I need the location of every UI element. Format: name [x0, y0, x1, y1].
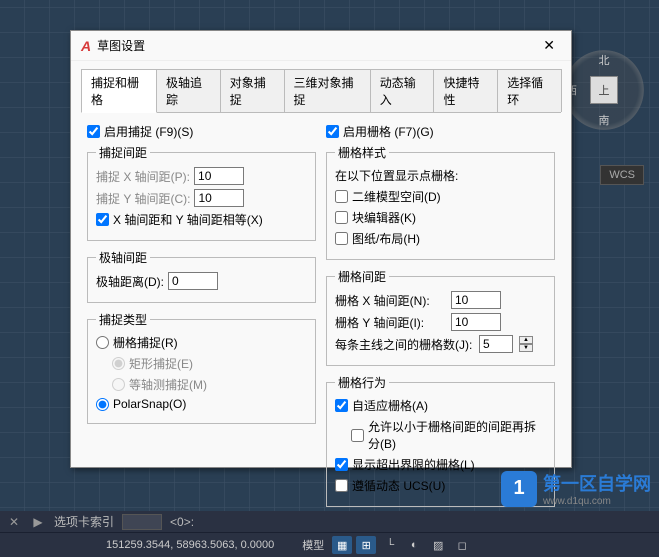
followucs-label: 遵循动态 UCS(U)	[352, 477, 445, 494]
iso-icon[interactable]: ▨	[428, 536, 448, 554]
layout-checkbox[interactable]	[335, 232, 348, 245]
polar-snap-radio[interactable]	[96, 398, 109, 411]
allowsub-checkbox[interactable]	[351, 429, 364, 442]
grid-style-legend: 栅格样式	[335, 144, 389, 161]
iso-snap-label: 等轴测捕捉(M)	[129, 376, 207, 393]
modelspace-checkbox[interactable]	[335, 190, 348, 203]
major-lines-label: 每条主线之间的栅格数(J):	[335, 336, 475, 353]
snap-x-label: 捕捉 X 轴间距(P):	[96, 168, 190, 185]
equal-xy-checkbox[interactable]	[96, 213, 109, 226]
status-bar: ✕ ▶ 选项卡索引 <0>: 151259.3544, 58963.5063, …	[0, 511, 659, 557]
adaptive-checkbox[interactable]	[335, 399, 348, 412]
watermark-title: 第一区自学网	[543, 470, 651, 496]
tab-index-label: 选项卡索引	[54, 513, 114, 530]
tab-selcycle[interactable]: 选择循环	[497, 69, 562, 112]
grid-y-label: 栅格 Y 轴间距(I):	[335, 314, 447, 331]
tab-polar[interactable]: 极轴追踪	[156, 69, 221, 112]
snap-type-group: 捕捉类型 栅格捕捉(R) 矩形捕捉(E) 等轴测捕捉(M) PolarSnap(…	[87, 311, 316, 424]
polar-spacing-group: 极轴间距 极轴距离(D):	[87, 249, 316, 303]
followucs-checkbox[interactable]	[335, 479, 348, 492]
titlebar: A 草图设置 ✕	[71, 31, 571, 61]
adaptive-label: 自适应栅格(A)	[352, 397, 428, 414]
spin-down-icon[interactable]: ▼	[519, 344, 533, 352]
blockeditor-checkbox[interactable]	[335, 211, 348, 224]
snap-y-label: 捕捉 Y 轴间距(C):	[96, 190, 190, 207]
grid-snap-label: 栅格捕捉(R)	[113, 334, 178, 351]
enable-grid-label: 启用栅格 (F7)(G)	[343, 123, 434, 140]
grid-spacing-legend: 栅格间距	[335, 268, 389, 285]
viewcube[interactable]: 北 南 西 上	[564, 50, 644, 130]
spin-up-icon[interactable]: ▲	[519, 336, 533, 344]
grid-spacing-group: 栅格间距 栅格 X 轴间距(N): 栅格 Y 轴间距(I): 每条主线之间的栅格…	[326, 268, 555, 366]
snap-type-legend: 捕捉类型	[96, 311, 150, 328]
close-icon[interactable]: ✕	[537, 35, 561, 56]
dialog-title: 草图设置	[97, 37, 537, 54]
tab-index-value: <0>:	[170, 515, 194, 529]
snap-spacing-legend: 捕捉间距	[96, 144, 150, 161]
grid-y-input[interactable]	[451, 313, 501, 331]
model-tab[interactable]: 模型	[298, 536, 328, 554]
enable-snap-checkbox[interactable]	[87, 125, 100, 138]
watermark-badge: 1	[501, 471, 537, 507]
polar-icon[interactable]: ◐	[404, 536, 424, 554]
tab-dyninput[interactable]: 动态输入	[370, 69, 435, 112]
ortho-icon[interactable]: └	[380, 536, 400, 554]
command-input[interactable]	[122, 514, 162, 530]
grid-icon[interactable]: ▦	[332, 536, 352, 554]
tab-3dosnap[interactable]: 三维对象捕捉	[284, 69, 371, 112]
grid-behavior-legend: 栅格行为	[335, 374, 389, 391]
tab-quickprops[interactable]: 快捷特性	[433, 69, 498, 112]
grid-style-group: 栅格样式 在以下位置显示点栅格: 二维模型空间(D) 块编辑器(K) 图纸/布局…	[326, 144, 555, 260]
polar-dist-label: 极轴距离(D):	[96, 273, 164, 290]
snap-spacing-group: 捕捉间距 捕捉 X 轴间距(P): 捕捉 Y 轴间距(C): X 轴间距和 Y …	[87, 144, 316, 241]
grid-style-hint: 在以下位置显示点栅格:	[335, 167, 458, 184]
osnap-icon[interactable]: ◻	[452, 536, 472, 554]
coordinates[interactable]: 151259.3544, 58963.5063, 0.0000	[106, 539, 274, 551]
allowsub-label: 允许以小于栅格间距的间距再拆分(B)	[368, 418, 546, 452]
viewcube-south[interactable]: 南	[599, 112, 610, 128]
polar-snap-label: PolarSnap(O)	[113, 397, 186, 411]
rect-snap-radio[interactable]	[112, 357, 125, 370]
major-lines-spinner[interactable]: ▲▼	[519, 336, 533, 352]
enable-snap-label: 启用捕捉 (F9)(S)	[104, 123, 193, 140]
close-x-icon[interactable]: ✕	[6, 514, 22, 530]
modelspace-label: 二维模型空间(D)	[352, 188, 441, 205]
showbeyond-label: 显示超出界限的栅格(L)	[352, 456, 475, 473]
grid-x-input[interactable]	[451, 291, 501, 309]
rect-snap-label: 矩形捕捉(E)	[129, 355, 193, 372]
viewcube-north[interactable]: 北	[599, 52, 610, 68]
polar-spacing-legend: 极轴间距	[96, 249, 150, 266]
major-lines-input[interactable]	[479, 335, 513, 353]
layout-label: 图纸/布局(H)	[352, 230, 420, 247]
iso-snap-radio[interactable]	[112, 378, 125, 391]
showbeyond-checkbox[interactable]	[335, 458, 348, 471]
wcs-label[interactable]: WCS	[600, 165, 644, 185]
app-logo-icon: A	[81, 38, 91, 54]
snap-icon[interactable]: ⊞	[356, 536, 376, 554]
watermark-url: www.d1qu.com	[543, 496, 651, 507]
enable-grid-checkbox[interactable]	[326, 125, 339, 138]
watermark: 1 第一区自学网 www.d1qu.com	[501, 470, 651, 507]
tab-osnap[interactable]: 对象捕捉	[220, 69, 285, 112]
snap-y-input[interactable]	[194, 189, 244, 207]
tab-snap-grid[interactable]: 捕捉和栅格	[81, 69, 157, 113]
grid-x-label: 栅格 X 轴间距(N):	[335, 292, 447, 309]
chevron-right-icon[interactable]: ▶	[30, 514, 46, 530]
equal-xy-label: X 轴间距和 Y 轴间距相等(X)	[113, 211, 263, 228]
blockeditor-label: 块编辑器(K)	[352, 209, 416, 226]
snap-x-input[interactable]	[194, 167, 244, 185]
polar-dist-input[interactable]	[168, 272, 218, 290]
viewcube-top[interactable]: 上	[590, 76, 618, 104]
tab-strip: 捕捉和栅格 极轴追踪 对象捕捉 三维对象捕捉 动态输入 快捷特性 选择循环	[81, 69, 561, 113]
drafting-settings-dialog: A 草图设置 ✕ 捕捉和栅格 极轴追踪 对象捕捉 三维对象捕捉 动态输入 快捷特…	[70, 30, 572, 468]
grid-snap-radio[interactable]	[96, 336, 109, 349]
